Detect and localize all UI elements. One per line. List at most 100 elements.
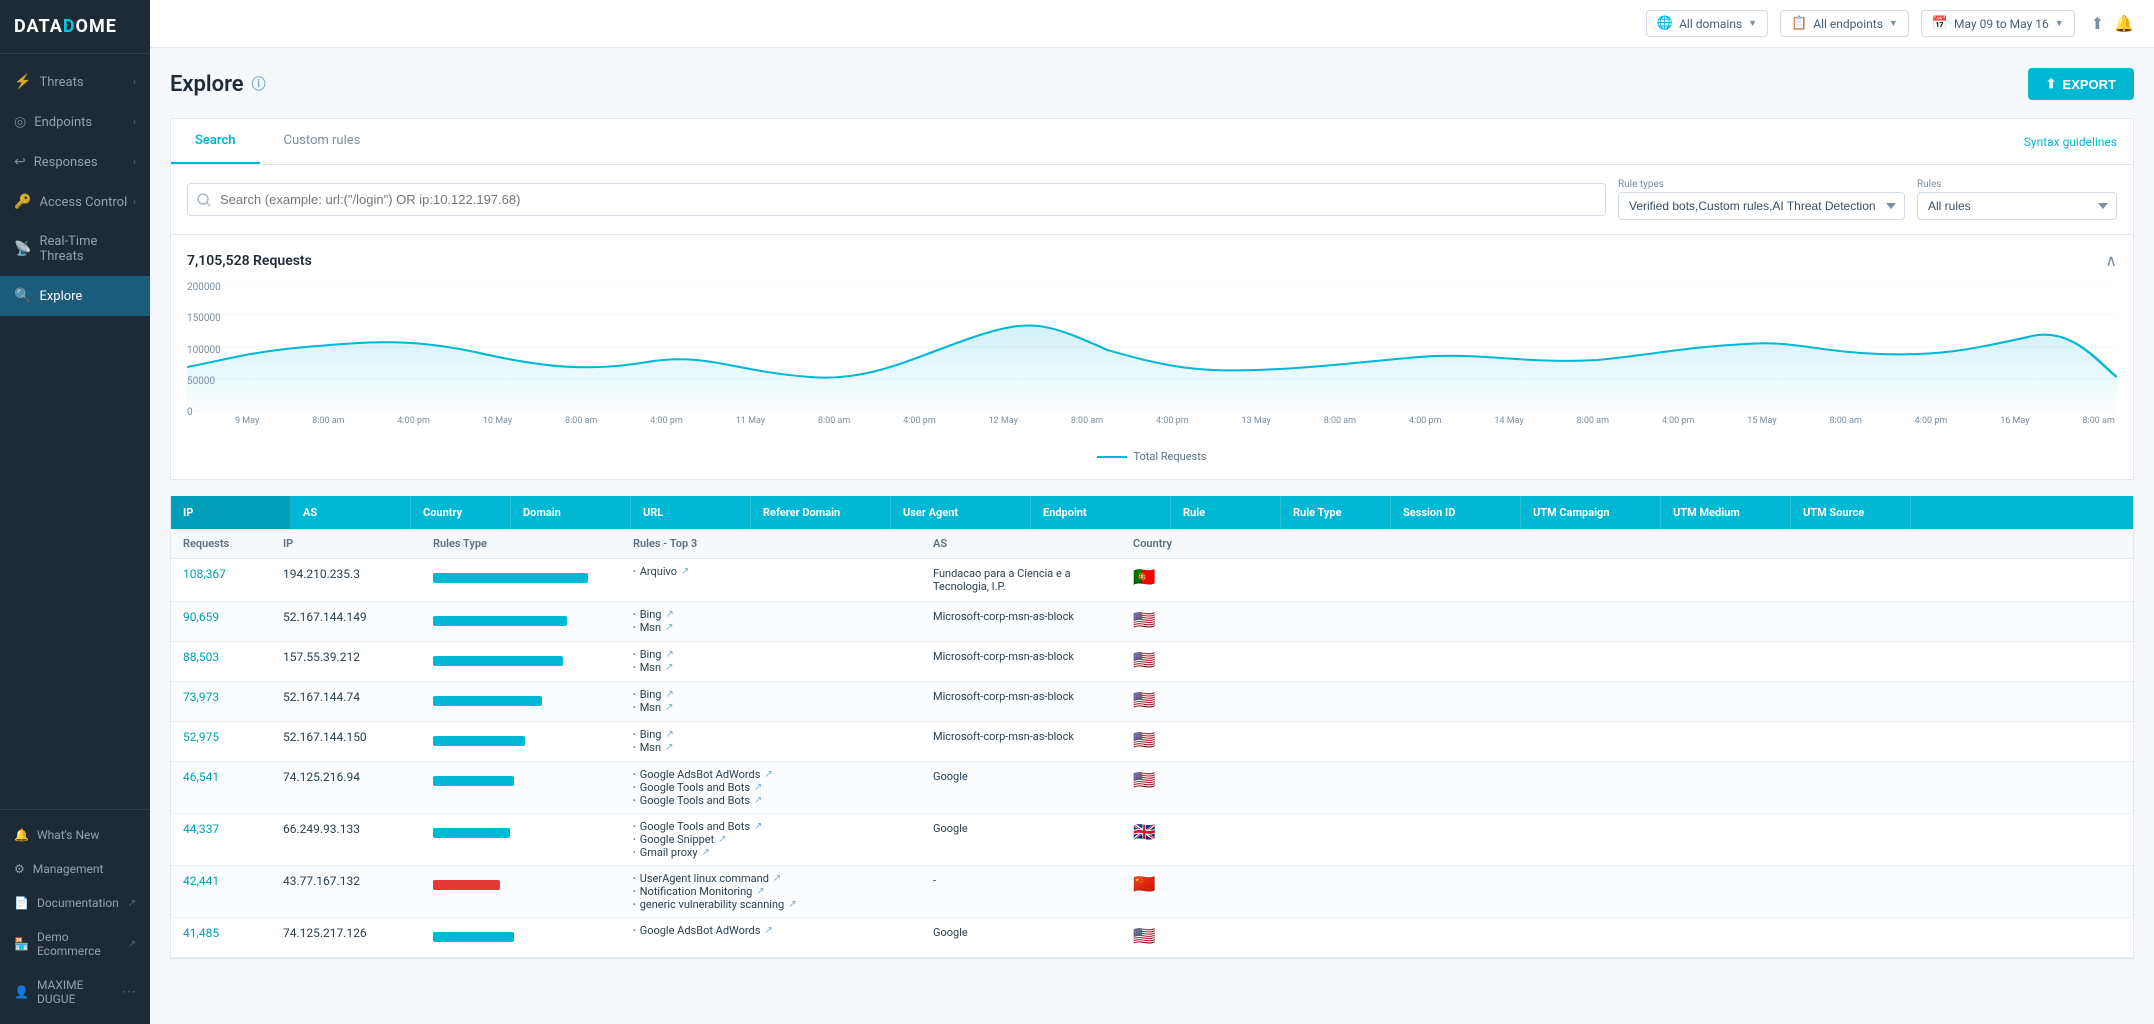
request-count-link[interactable]: 108,367	[183, 567, 226, 581]
sidebar-item-endpoints[interactable]: ◎ Endpoints ›	[0, 102, 150, 142]
ip-cell: 157.55.39.212	[271, 642, 421, 672]
external-link-icon[interactable]: ↗	[754, 795, 762, 806]
rule-dot: •	[633, 623, 636, 632]
notification-icon[interactable]: 🔔	[2114, 14, 2134, 33]
request-count-link[interactable]: 46,541	[183, 770, 219, 784]
rule-dot: •	[633, 703, 636, 712]
bottom-icon-demo: 🏪	[14, 937, 29, 951]
request-bar	[433, 736, 525, 746]
external-link-icon[interactable]: ↗	[665, 702, 673, 713]
external-link-icon[interactable]: ↗	[764, 925, 772, 936]
external-link-icon[interactable]: ↗	[754, 782, 762, 793]
col-header-as[interactable]: AS	[291, 496, 411, 529]
col-header-rule-type[interactable]: Rule Type	[1281, 496, 1391, 529]
request-count-link[interactable]: 90,659	[183, 610, 219, 624]
col-header-session-id[interactable]: Session ID	[1391, 496, 1521, 529]
external-link-icon[interactable]: ↗	[702, 847, 710, 858]
rule-name: Arquivo	[640, 565, 677, 578]
rule-dot: •	[633, 926, 636, 935]
share-icon[interactable]: ⬆	[2091, 14, 2104, 33]
request-count-link[interactable]: 52,975	[183, 730, 219, 744]
rule-dot: •	[633, 730, 636, 739]
external-link-icon[interactable]: ↗	[754, 821, 762, 832]
external-link-icon[interactable]: ↗	[665, 609, 673, 620]
rules-filter: Rules All rules	[1917, 179, 2117, 220]
bottom-item-management[interactable]: ⚙ Management	[0, 852, 150, 886]
sidebar-item-threats[interactable]: ⚡ Threats ›	[0, 62, 150, 102]
col-header-country[interactable]: Country	[411, 496, 511, 529]
topbar-filter-date-range[interactable]: 📅 May 09 to May 16 ▼	[1921, 10, 2075, 37]
external-link-icon[interactable]: ↗	[665, 622, 673, 633]
search-section: Rule types Verified bots,Custom rules,AI…	[170, 165, 2134, 235]
sidebar-item-responses[interactable]: ↩ Responses ›	[0, 142, 150, 182]
external-link-icon[interactable]: ↗	[665, 662, 673, 673]
col-header-ip[interactable]: IP	[171, 496, 291, 529]
external-link-icon[interactable]: ↗	[665, 649, 673, 660]
table-row: 46,541 74.125.216.94 • Google AdsBot AdW…	[171, 762, 2133, 814]
sidebar-item-explore[interactable]: 🔍 Explore	[0, 276, 150, 316]
bottom-item-documentation[interactable]: 📄 Documentation ↗	[0, 886, 150, 920]
table-rows: 108,367 194.210.235.3 • Arquivo ↗ Fundac…	[171, 559, 2133, 958]
external-link-icon[interactable]: ↗	[718, 834, 726, 845]
external-link-icon[interactable]: ↗	[665, 742, 673, 753]
col-header-domain[interactable]: Domain	[511, 496, 631, 529]
request-count-link[interactable]: 73,973	[183, 690, 219, 704]
info-icon[interactable]: ⓘ	[252, 74, 266, 94]
external-link-icon[interactable]: ↗	[788, 899, 796, 910]
export-button[interactable]: ⬆ EXPORT	[2028, 68, 2134, 100]
rule-name: Msn	[640, 661, 661, 674]
external-link-icon[interactable]: ↗	[764, 769, 772, 780]
chevron-down-icon: ▼	[2055, 18, 2064, 29]
tab-custom-rules[interactable]: Custom rules	[260, 119, 385, 164]
nav-icon-endpoints: ◎	[14, 114, 26, 130]
table-section: IPASCountryDomainURLReferer DomainUser A…	[170, 496, 2134, 959]
rule-dot: •	[633, 783, 636, 792]
ip-cell: 74.125.217.126	[271, 918, 421, 948]
request-bar	[433, 616, 567, 626]
external-link-icon[interactable]: ↗	[665, 729, 673, 740]
rule-types-select[interactable]: Verified bots,Custom rules,AI Threat Det…	[1618, 192, 1905, 220]
request-count-link[interactable]: 42,441	[183, 874, 219, 888]
country-cell: 🇺🇸	[1121, 682, 1321, 719]
chevron-icon: ›	[133, 197, 136, 208]
sidebar-item-real-time[interactable]: 📡 Real-Time Threats	[0, 222, 150, 276]
col-header-user-agent[interactable]: User Agent	[891, 496, 1031, 529]
col-header-utm-campaign[interactable]: UTM Campaign	[1521, 496, 1661, 529]
bottom-item-whats-new[interactable]: 🔔 What's New	[0, 818, 150, 852]
nav-icon-real-time: 📡	[14, 241, 31, 257]
request-count-link[interactable]: 44,337	[183, 822, 219, 836]
bar-cell	[421, 814, 621, 846]
bottom-item-user[interactable]: 👤 MAXIME DUGUE ⋯	[0, 968, 150, 1016]
external-link-icon[interactable]: ↗	[756, 886, 764, 897]
rule-types-filter: Rule types Verified bots,Custom rules,AI…	[1618, 179, 1905, 220]
col-header-utm-source[interactable]: UTM Source	[1791, 496, 1911, 529]
menu-icon: ⋯	[122, 984, 136, 1000]
bottom-label-demo: Demo Ecommerce	[37, 930, 128, 958]
request-bar	[433, 696, 542, 706]
col-header-referer-domain[interactable]: Referer Domain	[751, 496, 891, 529]
rule-dot: •	[633, 874, 636, 883]
col-header-endpoint[interactable]: Endpoint	[1031, 496, 1171, 529]
topbar-filter-endpoints-filter[interactable]: 📋 All endpoints ▼	[1780, 10, 1909, 37]
col-header-utm-medium[interactable]: UTM Medium	[1661, 496, 1791, 529]
request-count-link[interactable]: 88,503	[183, 650, 219, 664]
rule-name: Bing	[640, 728, 662, 741]
rule-name: Msn	[640, 741, 661, 754]
request-count-link[interactable]: 41,485	[183, 926, 219, 940]
search-input[interactable]	[187, 183, 1606, 216]
col-header-rule[interactable]: Rule	[1171, 496, 1281, 529]
rule-dot: •	[633, 663, 636, 672]
chart-collapse-button[interactable]: ∧	[2105, 251, 2117, 270]
tab-search[interactable]: Search	[171, 119, 260, 164]
syntax-guidelines-link[interactable]: Syntax guidelines	[2024, 135, 2133, 149]
external-link-icon[interactable]: ↗	[665, 689, 673, 700]
rules-select[interactable]: All rules	[1917, 192, 2117, 220]
rule-dot: •	[633, 610, 636, 619]
chart-title: 7,105,528 Requests	[187, 253, 312, 269]
bottom-item-demo[interactable]: 🏪 Demo Ecommerce ↗	[0, 920, 150, 968]
sidebar-item-access-control[interactable]: 🔑 Access Control ›	[0, 182, 150, 222]
col-header-url[interactable]: URL	[631, 496, 751, 529]
external-link-icon[interactable]: ↗	[773, 873, 781, 884]
topbar-filter-domains[interactable]: 🌐 All domains ▼	[1646, 10, 1768, 37]
external-link-icon[interactable]: ↗	[681, 566, 689, 577]
